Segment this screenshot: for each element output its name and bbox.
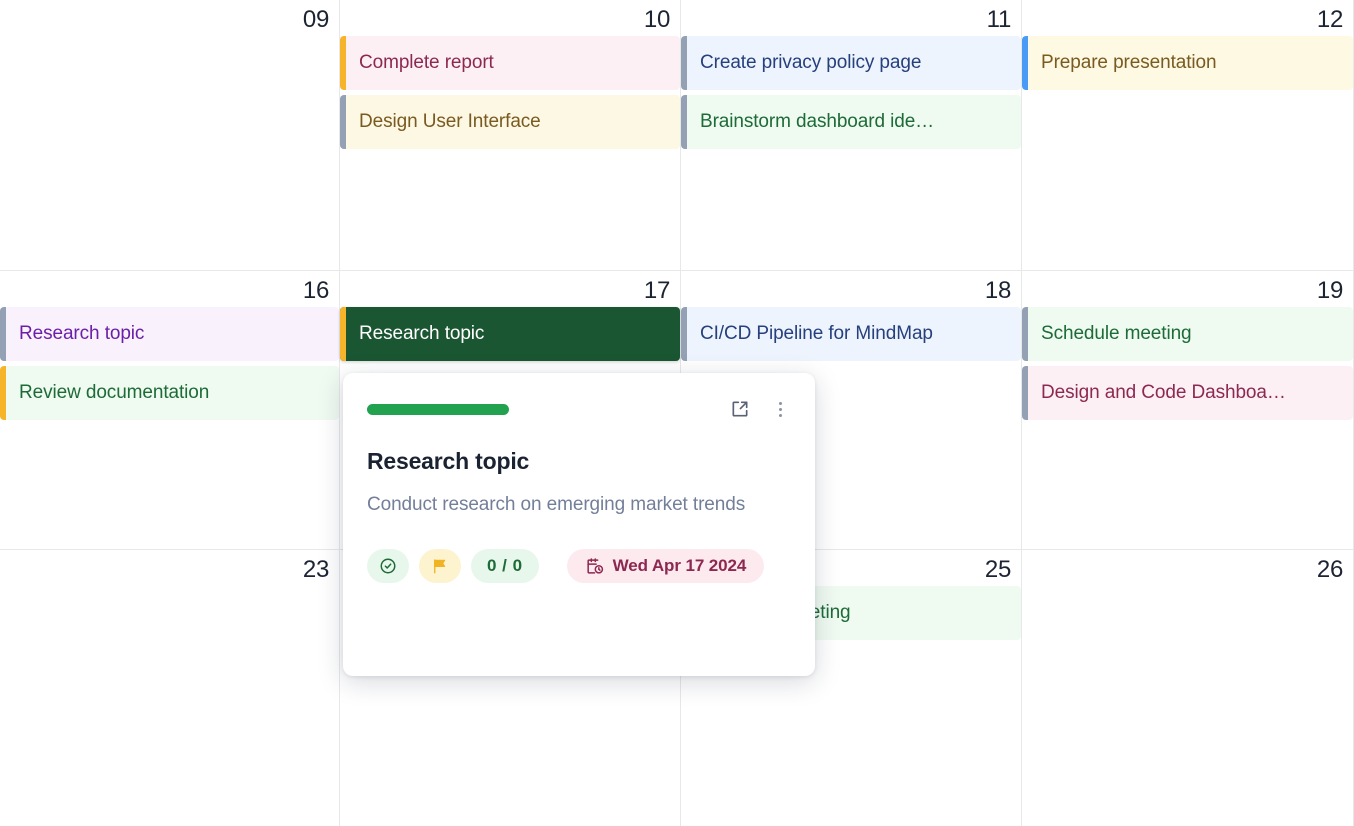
day-number: 11: [986, 6, 1012, 33]
event-title: Design User Interface: [359, 111, 541, 132]
popup-description: Conduct research on emerging market tren…: [367, 494, 746, 515]
status-badge[interactable]: [367, 549, 409, 583]
event-title: Research topic: [19, 323, 145, 344]
day-number: 19: [1316, 277, 1343, 304]
calendar-clock-icon: [587, 557, 603, 574]
popup-actions: [729, 398, 791, 420]
calendar-week-row: 09 10 Complete report Design User Interface…: [0, 0, 1354, 270]
event-title: Research topic: [359, 323, 485, 344]
day-events: Research topic Review documentation: [0, 307, 339, 420]
day-events: CI/CD Pipeline for MindMap: [681, 307, 1021, 361]
subtask-count-badge[interactable]: 0 / 0: [471, 549, 539, 583]
event-color-bar: [681, 95, 687, 149]
day-number: 10: [643, 6, 670, 33]
day-events: Create privacy policy page Brainstorm das…: [681, 36, 1021, 149]
event-title: Create privacy policy page: [700, 52, 922, 73]
day-cell-23[interactable]: 23: [0, 550, 340, 826]
day-cell-12[interactable]: 12 Prepare presentation: [1022, 0, 1354, 270]
day-number: 17: [643, 277, 670, 304]
day-events: Complete report Design User Interface: [340, 36, 680, 149]
event-title: Brainstorm dashboard ide…: [700, 111, 935, 132]
event-color-bar: [0, 366, 6, 420]
event-color-bar: [340, 307, 346, 361]
progress-bar: [367, 403, 509, 415]
event-detail-popup[interactable]: Research topic Conduct research on emergi…: [343, 373, 815, 676]
month-calendar-grid: 09 10 Complete report Design User Interface…: [0, 0, 1354, 826]
more-vertical-icon[interactable]: [769, 398, 791, 420]
event-color-bar: [681, 36, 687, 90]
due-date-label: Wed Apr 17 2024: [612, 556, 747, 575]
day-events: Schedule meeting Design and Code Dashboa…: [1022, 307, 1353, 420]
external-link-icon[interactable]: [729, 398, 751, 420]
day-events: Research topic: [340, 307, 680, 361]
day-number: 23: [302, 556, 329, 583]
popup-header: [367, 397, 791, 421]
event-color-bar: [1022, 36, 1028, 90]
calendar-event[interactable]: Create privacy policy page: [681, 36, 1021, 90]
day-cell-16[interactable]: 16 Research topic Review documentation: [0, 271, 340, 549]
day-number: 09: [302, 6, 329, 33]
event-title: Complete report: [359, 52, 494, 73]
calendar-event[interactable]: CI/CD Pipeline for MindMap: [681, 307, 1021, 361]
day-cell-19[interactable]: 19 Schedule meeting Design and Code Dashbo…: [1022, 271, 1354, 549]
calendar-event[interactable]: Schedule meeting: [1022, 307, 1353, 361]
event-color-bar: [681, 307, 687, 361]
day-cell-26[interactable]: 26: [1022, 550, 1354, 826]
calendar-event[interactable]: Prepare presentation: [1022, 36, 1353, 90]
event-title: CI/CD Pipeline for MindMap: [700, 323, 933, 344]
popup-title: Research topic: [367, 448, 530, 474]
day-cell-10[interactable]: 10 Complete report Design User Interface: [340, 0, 681, 270]
priority-badge[interactable]: [419, 549, 461, 583]
subtask-count-label: 0 / 0: [487, 556, 523, 575]
calendar-event[interactable]: Research topic: [0, 307, 339, 361]
event-color-bar: [340, 95, 346, 149]
flag-icon: [434, 559, 446, 574]
calendar-event[interactable]: Design and Code Dashboa…: [1022, 366, 1353, 420]
due-date-badge[interactable]: Wed Apr 17 2024: [566, 549, 765, 583]
calendar-event[interactable]: Design User Interface: [340, 95, 680, 149]
event-color-bar: [1022, 366, 1028, 420]
check-circle-icon: [380, 558, 396, 574]
event-title: Review documentation: [19, 382, 210, 403]
day-number: 12: [1316, 6, 1343, 33]
popup-meta-row: 0 / 0 Wed Apr 17 2024: [367, 549, 791, 583]
event-title: Schedule meeting: [1041, 323, 1192, 344]
event-color-bar: [1022, 307, 1028, 361]
day-cell-11[interactable]: 11 Create privacy policy page Brainstorm d…: [681, 0, 1022, 270]
event-color-bar: [0, 307, 6, 361]
calendar-event[interactable]: Review documentation: [0, 366, 339, 420]
day-number: 18: [984, 277, 1011, 304]
event-title: Prepare presentation: [1041, 52, 1217, 73]
calendar-event[interactable]: Brainstorm dashboard ide…: [681, 95, 1021, 149]
event-color-bar: [340, 36, 346, 90]
event-title: Design and Code Dashboa…: [1041, 382, 1286, 403]
day-number: 26: [1316, 556, 1343, 583]
calendar-event-selected[interactable]: Research topic: [340, 307, 680, 361]
day-events: Prepare presentation: [1022, 36, 1353, 90]
day-cell-09[interactable]: 09: [0, 0, 340, 270]
calendar-event[interactable]: Complete report: [340, 36, 680, 90]
day-number: 16: [302, 277, 329, 304]
